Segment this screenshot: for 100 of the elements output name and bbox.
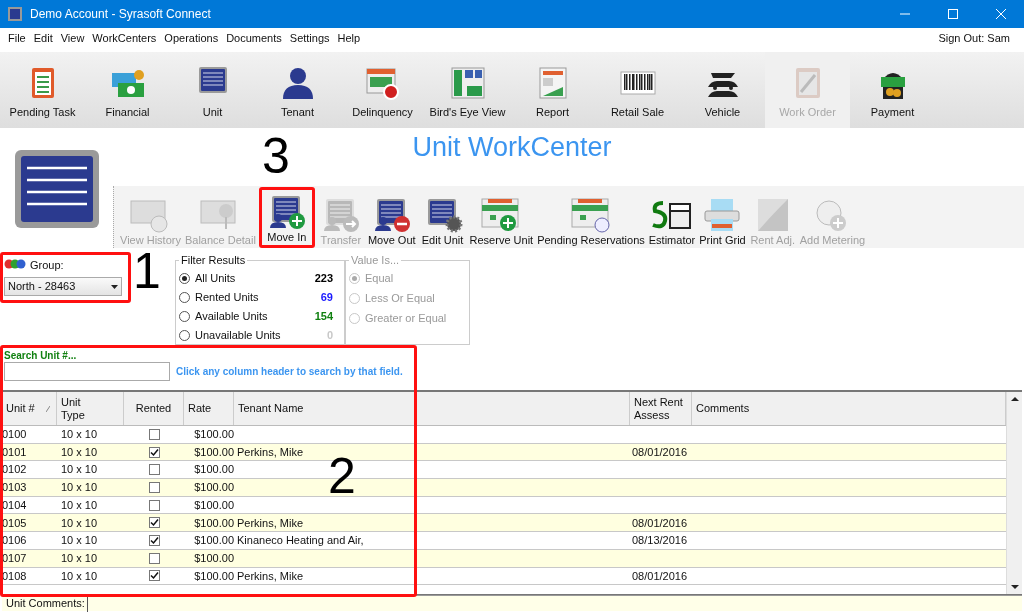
radio-button[interactable] bbox=[179, 291, 190, 303]
table-cell-text: 10 x 10 bbox=[60, 427, 99, 443]
app-icon bbox=[8, 7, 22, 21]
column-header[interactable]: Tenant Name bbox=[234, 392, 630, 425]
table-row[interactable]: 0105 10 x 10 $100.00 Perkins, Mike 08/01/2016 bbox=[2, 514, 1006, 533]
radio-button[interactable] bbox=[179, 329, 190, 341]
table-cell-text: 0102 bbox=[2, 462, 28, 478]
caret-icon bbox=[111, 284, 118, 289]
toolbar-button[interactable]: Estimator bbox=[646, 197, 698, 248]
search-hint: Click any column header to search by that field. bbox=[176, 365, 403, 379]
table-cell-text: 10 x 10 bbox=[60, 568, 99, 584]
radio-label: Greater or Equal bbox=[365, 311, 447, 327]
table-row[interactable]: 0100 10 x 10 $100.00 bbox=[2, 426, 1006, 444]
radio-label: Less Or Equal bbox=[365, 291, 435, 307]
table-cell-text: $100.00 bbox=[193, 497, 234, 513]
table-cell-text: $100.00 bbox=[193, 480, 234, 496]
toolbar-button[interactable]: Move Out bbox=[365, 197, 418, 248]
table-cell-text: 10 x 10 bbox=[60, 550, 99, 566]
menu-item[interactable]: View bbox=[56, 29, 89, 47]
group-dropdown[interactable]: North - 28463 bbox=[4, 277, 122, 296]
group-label: Group: bbox=[30, 257, 64, 273]
rented-checkbox[interactable] bbox=[148, 481, 160, 493]
menu-item[interactable]: Operations bbox=[160, 29, 223, 47]
count-label: 223 bbox=[314, 270, 334, 286]
table-cell-text: 10 x 10 bbox=[60, 497, 99, 513]
table-cell-text: 10 x 10 bbox=[60, 533, 99, 549]
table-cell-text: 0103 bbox=[2, 480, 28, 496]
rented-checkbox[interactable] bbox=[148, 570, 160, 582]
toolbar-button[interactable]: Print Grid bbox=[697, 197, 748, 248]
nav-button[interactable]: Retail Sale bbox=[595, 52, 680, 128]
table-cell-text: 0108 bbox=[2, 568, 28, 584]
search-field[interactable] bbox=[4, 362, 170, 381]
nav-button[interactable]: Bird's Eye View bbox=[425, 52, 510, 128]
rented-checkbox[interactable] bbox=[148, 428, 160, 440]
radio-label: Available Units bbox=[195, 308, 269, 324]
toolbar-button[interactable]: Move In bbox=[261, 194, 312, 245]
table-cell: 08/01/2016 bbox=[632, 569, 688, 582]
rented-checkbox[interactable] bbox=[148, 517, 160, 529]
column-header[interactable]: Unit Type bbox=[57, 392, 124, 425]
table-cell-text: 10 x 10 bbox=[60, 480, 99, 496]
table-cell: Kinaneco Heating and Air, bbox=[237, 534, 364, 547]
table-cell-text: 10 x 10 bbox=[60, 515, 99, 531]
rented-checkbox[interactable] bbox=[148, 464, 160, 476]
panel-title: Value Is... bbox=[350, 253, 401, 268]
search-label: Search Unit #... bbox=[4, 350, 78, 362]
table-cell: 08/01/2016 bbox=[632, 445, 688, 458]
toolbar-button[interactable]: Pending Reservations bbox=[535, 197, 647, 248]
rented-checkbox[interactable] bbox=[148, 499, 160, 511]
radio-button[interactable] bbox=[179, 310, 190, 322]
toolbar-button[interactable]: Edit Unit bbox=[417, 197, 468, 248]
rented-checkbox[interactable] bbox=[148, 552, 160, 564]
radio-label: Unavailable Units bbox=[195, 327, 282, 343]
menu-item[interactable]: Edit bbox=[29, 29, 57, 47]
table-cell-text: $100.00 bbox=[193, 550, 234, 566]
table-cell-text: $100.00 bbox=[193, 568, 234, 584]
table-cell-text: $100.00 bbox=[193, 515, 234, 531]
radio-label: All Units bbox=[195, 270, 237, 286]
nav-button[interactable]: Unit bbox=[170, 52, 255, 128]
toolbar-button[interactable]: Reserve Unit bbox=[467, 197, 536, 248]
table-cell-text: 10 x 10 bbox=[60, 462, 99, 478]
table-cell: Perkins, Mike bbox=[237, 445, 304, 458]
menu-item[interactable]: Documents bbox=[222, 29, 286, 47]
table-cell-text: 10 x 10 bbox=[60, 444, 99, 460]
table-cell-text: 0104 bbox=[2, 497, 28, 513]
table-cell-text: $100.00 bbox=[193, 427, 234, 443]
rented-checkbox[interactable] bbox=[148, 534, 160, 546]
maximize-icon[interactable] bbox=[948, 9, 958, 19]
count-label: 154 bbox=[314, 308, 334, 324]
table-cell-text: 0106 bbox=[2, 533, 28, 549]
menu-item[interactable]: Help bbox=[333, 29, 365, 47]
column-header[interactable]: Rented bbox=[124, 392, 184, 425]
unit-comments-label: Unit Comments: bbox=[2, 595, 88, 612]
column-header[interactable]: Unit # bbox=[2, 392, 57, 425]
nav-button[interactable]: Financial bbox=[85, 52, 170, 128]
radio-button[interactable] bbox=[179, 272, 190, 284]
annotation-number: 3 bbox=[262, 128, 290, 184]
menu-item[interactable]: WorkCenters bbox=[88, 29, 161, 47]
nav-button[interactable]: Report bbox=[510, 52, 595, 128]
menu-item[interactable]: Settings bbox=[285, 29, 334, 47]
floor-plan-icon bbox=[449, 64, 486, 101]
radio-label: Equal bbox=[365, 271, 394, 287]
window-title: Demo Account - Syrasoft Connect bbox=[30, 6, 211, 23]
sign-out-link[interactable]: Sign Out: Sam bbox=[938, 29, 1010, 47]
table-cell-text: 0101 bbox=[2, 444, 28, 460]
close-icon[interactable] bbox=[996, 9, 1006, 19]
menu-item[interactable]: File bbox=[4, 29, 30, 47]
table-cell: 08/13/2016 bbox=[632, 534, 688, 547]
nav-button[interactable]: Payment bbox=[850, 52, 935, 128]
page-title: Unit WorkCenter bbox=[412, 131, 612, 164]
count-label: 69 bbox=[320, 289, 334, 305]
column-header[interactable]: Next Rent Assess bbox=[630, 392, 692, 425]
nav-button[interactable]: Pending Task bbox=[0, 52, 85, 128]
nav-button[interactable]: Tenant bbox=[255, 52, 340, 128]
nav-button[interactable]: Vehicle bbox=[680, 52, 765, 128]
scrollbar[interactable] bbox=[1006, 392, 1022, 594]
table-row[interactable]: 0106 10 x 10 $100.00 Kinaneco Heating and Air, 08/13/2016 bbox=[2, 532, 1006, 550]
column-header[interactable]: Rate bbox=[184, 392, 234, 425]
table-cell: Perkins, Mike bbox=[237, 516, 304, 529]
rented-checkbox[interactable] bbox=[148, 446, 160, 458]
nav-button[interactable]: Delinquency bbox=[340, 52, 425, 128]
